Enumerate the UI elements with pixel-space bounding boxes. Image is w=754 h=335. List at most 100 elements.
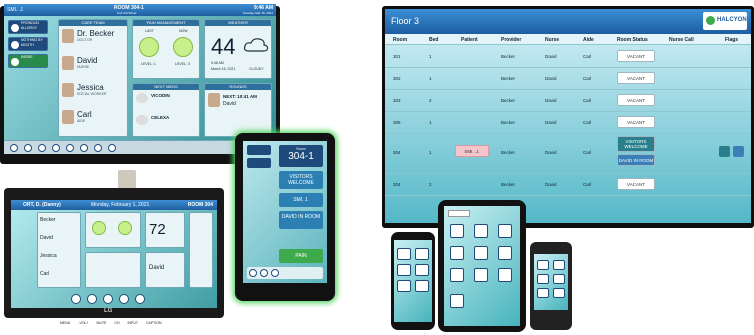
chat-icon[interactable] (450, 268, 464, 282)
weather-panel: WEATHER 44 9:46 AM March 16, 2021 CLOUDY (204, 19, 272, 79)
cell-nurse: David (545, 54, 557, 59)
contrast-icon[interactable] (38, 144, 46, 152)
lg-logo: LG (104, 308, 113, 314)
table-row[interactable]: 305 1 Becker David Carl VACANT (385, 112, 751, 134)
cell-nurse: David (545, 150, 557, 155)
cart-icon[interactable] (537, 274, 549, 284)
phone-screen (394, 240, 432, 322)
flag-icon[interactable] (474, 224, 488, 238)
grid-icon[interactable] (103, 294, 113, 304)
tablet-patient[interactable]: SMI, J. (279, 193, 323, 207)
status-vacant[interactable]: VACANT (617, 72, 655, 84)
sidebar-item-npo[interactable]: NOTHING BY MOUTH (8, 37, 48, 51)
nurse-call-icon[interactable] (719, 146, 730, 157)
target-icon[interactable] (24, 144, 32, 152)
cell-aide: Carl (583, 120, 592, 125)
status-vacant[interactable]: VACANT (617, 50, 655, 62)
camera-icon[interactable] (415, 280, 429, 292)
cell-nurse: David (545, 120, 557, 125)
col-header: Nurse Call (669, 37, 694, 43)
patient-select[interactable] (448, 210, 470, 217)
unit-label: Unit 3rd Street (117, 11, 137, 15)
tv-icon[interactable] (87, 294, 97, 304)
home-icon[interactable] (71, 294, 81, 304)
lg-person: Becker (40, 217, 56, 223)
camera-icon[interactable] (474, 246, 488, 260)
lg-temp: 72 (149, 221, 166, 238)
table-row[interactable]: 303 2 Becker David Carl VACANT (385, 90, 751, 112)
home-icon[interactable] (249, 269, 257, 277)
image-icon[interactable] (537, 288, 549, 298)
rounds-next: NEXT: 10:41 AM (223, 94, 257, 99)
sidebar-item-pronoun[interactable]: PRONOUN ALLERGY (8, 20, 48, 34)
halcyon-logo: HALCYON (703, 12, 747, 30)
sidebar-item-inside[interactable]: INSIDE (8, 54, 48, 68)
flag-icon[interactable] (415, 248, 429, 260)
table-row[interactable]: 304 2 Becker David Carl VACANT (385, 174, 751, 196)
cell-bed: 1 (429, 76, 432, 81)
cell-aide: Carl (583, 98, 592, 103)
table-row[interactable]: 304 1 SMI.. J. Becker David Carl VISITOR… (385, 134, 751, 174)
smiley-face-icon (139, 37, 159, 57)
tablet-visitors[interactable]: VISITORS WELCOME (279, 171, 323, 189)
list-icon[interactable] (553, 260, 565, 270)
status-vacant[interactable]: VACANT (617, 116, 655, 128)
chat-icon[interactable] (119, 294, 129, 304)
book-icon[interactable] (450, 246, 464, 260)
col-header: Flags (725, 37, 739, 43)
status-nurse-in-room[interactable]: DAVID IN ROOM (617, 154, 655, 166)
weather-time: 9:46 AM (211, 61, 224, 65)
arrow-right-icon[interactable] (108, 144, 116, 152)
avatar (208, 93, 220, 107)
help-icon[interactable] (135, 294, 145, 304)
list-icon[interactable] (415, 264, 429, 276)
grid-icon[interactable] (498, 246, 512, 260)
tablet-nurse-in-room[interactable]: DAVID IN ROOM (279, 211, 323, 229)
cell-patient-badge[interactable]: SMI.. J. (455, 145, 489, 157)
message-icon[interactable] (733, 146, 744, 157)
video-icon[interactable] (397, 248, 411, 260)
pain-level-last: LEVEL: 1 (141, 62, 156, 66)
tablet-pain[interactable]: PAIN (279, 249, 323, 263)
cell-aide: Carl (583, 54, 592, 59)
care-team-role: NURSE (77, 65, 90, 69)
remote-label: MENU (60, 321, 71, 325)
meds-title: NEXT MEDS (133, 84, 199, 90)
lg-options-panel (189, 212, 213, 288)
care-team-role: DOCTOR (77, 38, 93, 42)
remote-label: INPUT (127, 321, 139, 325)
globe-icon[interactable] (66, 144, 74, 152)
alert-icon[interactable] (260, 269, 268, 277)
video-icon[interactable] (450, 224, 464, 238)
bell-icon[interactable] (450, 294, 464, 308)
moon-icon[interactable] (52, 144, 60, 152)
next-meds-panel: NEXT MEDS VICODIN CELEXA (132, 83, 200, 137)
mail-icon[interactable] (80, 144, 88, 152)
list-icon[interactable] (498, 224, 512, 238)
home-icon[interactable] (94, 144, 102, 152)
book-icon[interactable] (397, 280, 411, 292)
check-icon (11, 58, 19, 66)
lg-room: ROOM 304 (187, 202, 213, 208)
settings-icon[interactable] (271, 269, 279, 277)
patient-name: SMI.. J. (7, 7, 24, 13)
cell-room: 302 (393, 76, 401, 81)
back-arrow-icon[interactable] (10, 144, 18, 152)
graduation-icon[interactable] (553, 274, 565, 284)
status-vacant[interactable]: VACANT (617, 178, 655, 190)
grid-icon[interactable] (397, 264, 411, 276)
headphones-icon[interactable] (474, 268, 488, 282)
nurse-station-screen: Floor 3 HALCYON Room Bed Patient Provide… (385, 9, 751, 223)
status-vacant[interactable]: VACANT (617, 94, 655, 106)
pill-icon (136, 93, 148, 103)
table-row[interactable]: 302 1 Becker David Carl VACANT (385, 68, 751, 90)
lg-care-team: Becker David Jessica Carl (37, 212, 81, 288)
arrow-right-icon[interactable] (553, 288, 565, 298)
status-visitors[interactable]: VISITORS WELCOME (617, 136, 655, 152)
cell-bed: 1 (429, 120, 432, 125)
table-row[interactable]: 301 1 Becker David Carl VACANT (385, 46, 751, 68)
graduation-icon[interactable] (498, 268, 512, 282)
cloud-icon (243, 38, 269, 52)
remote-label: -VOL+ (78, 321, 89, 325)
people-icon[interactable] (537, 260, 549, 270)
